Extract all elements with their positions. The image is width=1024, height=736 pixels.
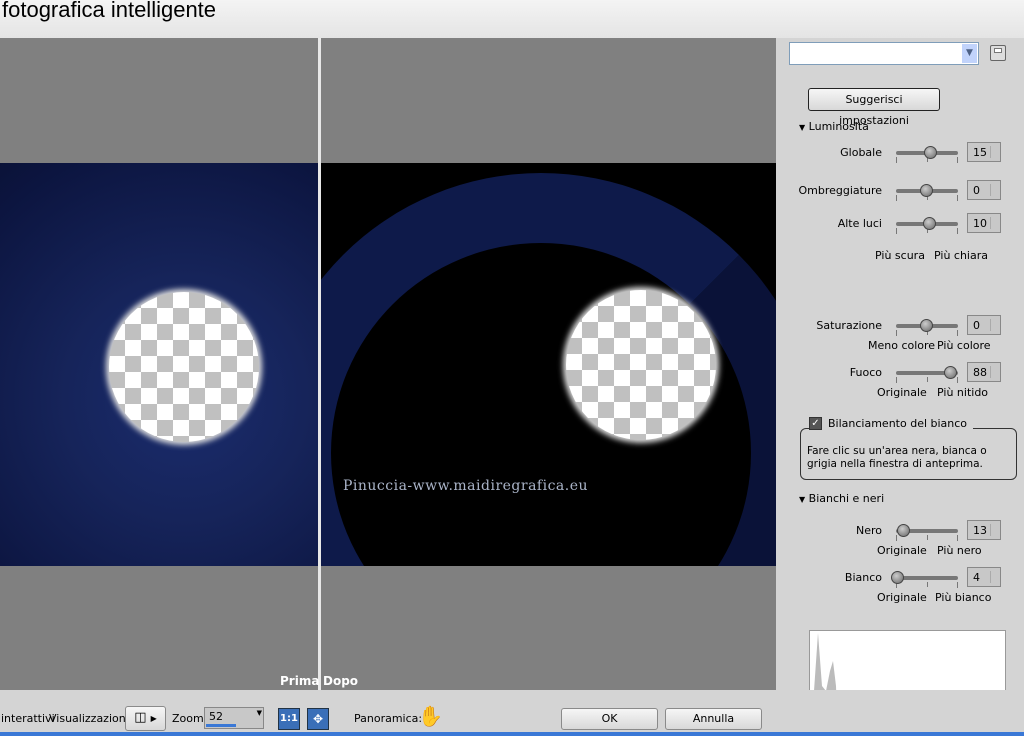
zoom-dropdown-icon[interactable]: ▼ [257, 709, 262, 717]
chevron-down-icon[interactable]: ▼ [962, 44, 977, 63]
white-balance-checkbox[interactable]: ✓ Bilanciamento del bianco [809, 417, 974, 430]
alte-luci-spinbox[interactable]: 10 [967, 213, 1001, 233]
saturazione-value: 0 [973, 319, 980, 332]
suggest-settings-button[interactable]: Suggerisci impostazioni [808, 88, 940, 127]
before-label: Prima [280, 674, 320, 688]
transparent-hole [566, 290, 716, 440]
nero-label: Nero [855, 524, 882, 537]
white-balance-label: Bilanciamento del bianco [828, 417, 968, 430]
interactive-label: interattivi [1, 712, 55, 725]
bianco-right-caption: Più bianco [935, 591, 992, 604]
fit-window-icon[interactable]: ✥ [307, 708, 329, 730]
ombreggiature-spinbox[interactable]: 0 [967, 180, 1001, 200]
preset-dropdown[interactable]: ▼ [789, 42, 979, 65]
saturazione-spinbox[interactable]: 0 [967, 315, 1001, 335]
transparent-hole [109, 292, 259, 442]
alte-luci-slider-thumb[interactable] [923, 217, 936, 230]
alte-luci-value: 10 [973, 217, 987, 230]
fuoco-slider-thumb[interactable] [944, 366, 957, 379]
nero-right-caption: Più nero [937, 544, 982, 557]
bianco-label: Bianco [844, 571, 882, 584]
hand-icon[interactable]: ✋ [418, 704, 443, 728]
luminosity-left-caption: Più scura [875, 249, 925, 262]
globale-spinbox[interactable]: 15 [967, 142, 1001, 162]
nero-left-caption: Originale [877, 544, 927, 557]
saturazione-left-caption: Meno colore [868, 339, 936, 352]
zoom-input[interactable]: 52 ▼ [204, 707, 264, 729]
bianco-value: 4 [973, 571, 980, 584]
fuoco-spinbox[interactable]: 88 [967, 362, 1001, 382]
nero-slider-thumb[interactable] [897, 524, 910, 537]
luminosity-section-toggle[interactable]: ▼ Luminosità [799, 120, 869, 133]
bianco-slider-track[interactable] [896, 576, 958, 580]
save-preset-icon[interactable] [990, 45, 1006, 61]
blacks-whites-section-toggle[interactable]: ▼ Bianchi e neri [799, 492, 884, 505]
triangle-down-icon: ▼ [799, 495, 806, 504]
triangle-right-icon: ▶ [150, 714, 157, 723]
globale-label: Globale [840, 146, 882, 159]
view-label: Visualizzazione: [49, 712, 137, 725]
luminosity-title: Luminosità [808, 120, 869, 133]
actual-size-button[interactable]: 1:1 [278, 708, 300, 730]
zoom-slider-fill [206, 724, 236, 727]
fuoco-right-caption: Più nitido [937, 386, 989, 399]
ombreggiature-value: 0 [973, 184, 980, 197]
white-balance-hint: Fare clic su un'area nera, bianca o grig… [800, 428, 1017, 480]
ombreggiature-label: Ombreggiature [798, 184, 883, 197]
saturazione-slider-thumb[interactable] [920, 319, 933, 332]
globale-value: 15 [973, 146, 987, 159]
pan-label: Panoramica: [354, 712, 423, 725]
after-image[interactable]: Pinuccia-www.maidiregrafica.eu [321, 163, 776, 566]
ombreggiature-slider-thumb[interactable] [920, 184, 933, 197]
view-mode-button[interactable]: ◫ ▶ [125, 706, 166, 731]
split-divider[interactable] [318, 38, 321, 690]
bianco-spinbox[interactable]: 4 [967, 567, 1001, 587]
fuoco-left-caption: Originale [877, 386, 927, 399]
bianco-slider-thumb[interactable] [891, 571, 904, 584]
zoom-label: Zoom: [172, 712, 208, 725]
checkmark-icon: ✓ [809, 417, 822, 430]
cancel-button[interactable]: Annulla [665, 708, 762, 730]
bianco-slider-ticks [896, 582, 958, 588]
split-view-icon: ◫ [134, 710, 147, 725]
alte-luci-label: Alte luci [837, 217, 882, 230]
nero-value: 13 [973, 524, 987, 537]
taskbar-strip [0, 732, 1024, 736]
preview-area[interactable]: Pinuccia-www.maidiregrafica.eu [0, 38, 776, 690]
triangle-down-icon: ▼ [799, 123, 806, 132]
blacks-whites-title: Bianchi e neri [808, 492, 885, 505]
fuoco-value: 88 [973, 366, 987, 379]
fuoco-label: Fuoco [849, 366, 882, 379]
luminosity-right-caption: Più chiara [934, 249, 988, 262]
watermark: Pinuccia-www.maidiregrafica.eu [343, 478, 589, 494]
zoom-value: 52 [209, 710, 223, 723]
ok-button[interactable]: OK [561, 708, 658, 730]
globale-slider-thumb[interactable] [924, 146, 937, 159]
saturazione-label: Saturazione [816, 319, 882, 332]
window-title: fotografica intelligente [0, 0, 1024, 38]
saturazione-right-caption: Più colore [937, 339, 991, 352]
nero-spinbox[interactable]: 13 [967, 520, 1001, 540]
bianco-left-caption: Originale [877, 591, 927, 604]
after-label: Dopo [323, 674, 359, 688]
before-image[interactable] [0, 163, 318, 566]
